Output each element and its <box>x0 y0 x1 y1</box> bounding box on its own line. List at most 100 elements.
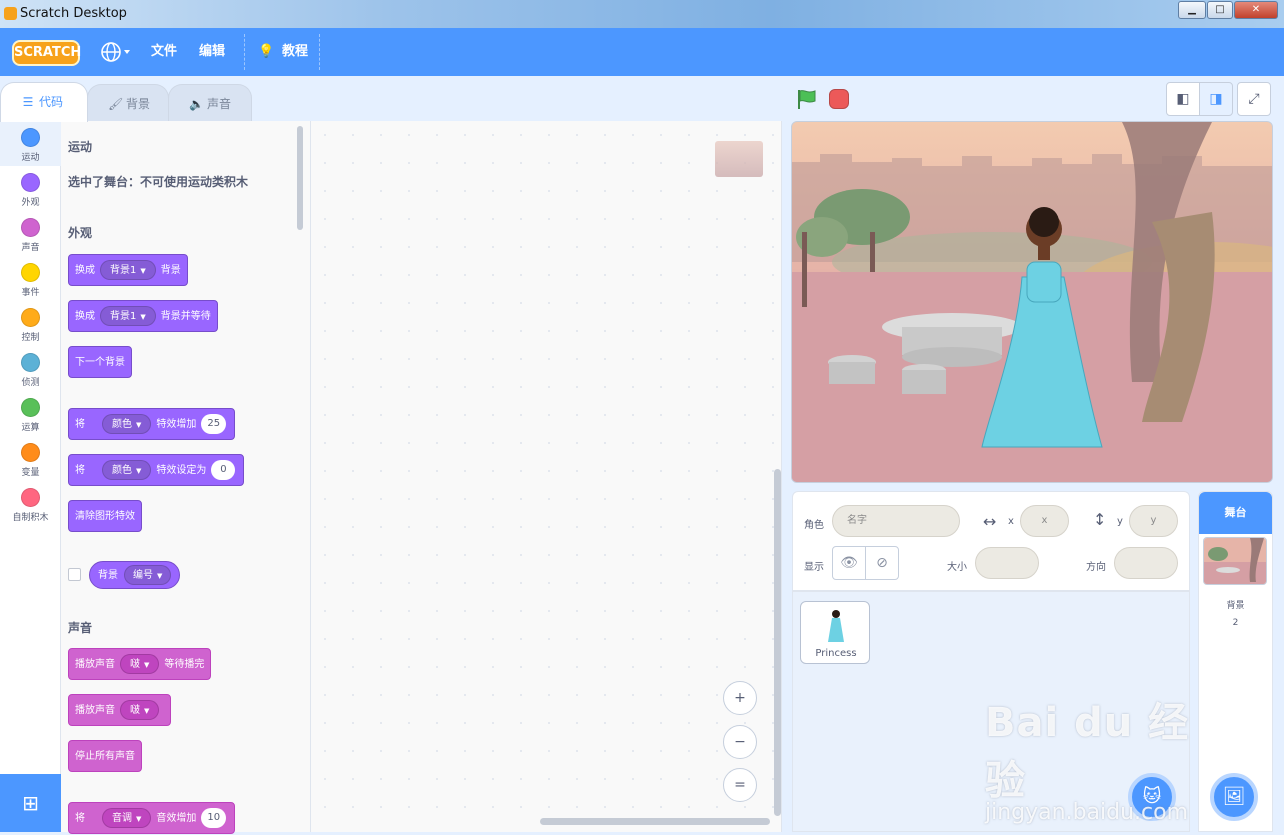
block-change-pitch[interactable]: 将 音调 ▼ 音效增加 10 <box>68 802 236 834</box>
globe-icon <box>101 42 130 62</box>
eye-icon: 👁 <box>840 555 858 571</box>
caret-down-icon: ▼ <box>136 467 142 475</box>
script-area-horizontal-scrollbar[interactable] <box>540 818 770 825</box>
backdrop-dropdown[interactable]: 背景1 ▼ <box>100 260 156 280</box>
reporter-backdrop-number[interactable]: 背景 编号 ▼ <box>89 561 181 589</box>
block-change-effect[interactable]: 将 颜色 ▼ 特效增加 25 <box>68 408 236 440</box>
close-button[interactable]: ✕ <box>1234 1 1278 19</box>
category-events[interactable]: 事件 <box>0 256 61 301</box>
add-extension-button[interactable]: ⊞ <box>0 774 61 832</box>
sound-dropdown[interactable]: 啵 ▼ <box>120 654 160 674</box>
block-text: 播放声音 <box>75 705 115 716</box>
block-stop-all-sounds[interactable]: 停止所有声音 <box>68 740 142 772</box>
maximize-button[interactable]: □ <box>1207 1 1233 19</box>
current-target-thumbnail <box>715 141 763 177</box>
block-switch-backdrop[interactable]: 换成 背景1 ▼ 背景 <box>68 254 188 286</box>
block-text: 等待播完 <box>164 659 205 670</box>
large-stage-button[interactable]: ◨ <box>1199 82 1233 116</box>
category-operators[interactable]: 运算 <box>0 391 61 436</box>
show-sprite-button[interactable]: 👁 <box>832 546 866 580</box>
sprite-name-field[interactable]: 名字 <box>832 505 960 537</box>
dropdown-value: 颜色 <box>112 465 132 476</box>
image-icon: 🖼 <box>1222 786 1246 807</box>
backdrops-count: 2 <box>1232 618 1239 628</box>
category-my-blocks[interactable]: 自制积木 <box>0 481 61 526</box>
effect-amount-input[interactable]: 25 <box>201 414 227 434</box>
pitch-amount-input[interactable]: 10 <box>201 808 227 828</box>
block-clear-effects[interactable]: 清除图形特效 <box>68 500 142 532</box>
block-text: 将 <box>75 813 85 824</box>
scratch-logo[interactable]: SCRATCH <box>12 40 81 66</box>
choose-backdrop-button[interactable]: 🖼 <box>1210 773 1258 821</box>
script-area[interactable] <box>311 121 782 832</box>
menu-tutorials[interactable]: 💡 教程 <box>258 28 308 76</box>
palette-section-motion: 运动 <box>68 140 93 154</box>
effect-dropdown[interactable]: 颜色 ▼ <box>102 414 152 434</box>
backdrop-property-dropdown[interactable]: 编号 ▼ <box>124 565 172 585</box>
sprite-card[interactable]: Princess <box>800 601 870 664</box>
code-icon: ☰ <box>22 95 34 109</box>
hide-sprite-button[interactable]: ⊘ <box>865 546 899 580</box>
block-switch-backdrop-and-wait[interactable]: 换成 背景1 ▼ 背景并等待 <box>68 300 218 332</box>
category-label: 变量 <box>21 468 40 478</box>
stage[interactable] <box>791 121 1273 483</box>
tab-sounds[interactable]: 🔈 声音 <box>168 84 252 122</box>
eye-off-icon: ⊘ <box>876 555 888 571</box>
fullscreen-icon: ⤢ <box>1248 91 1260 107</box>
tab-sounds-label: 声音 <box>207 97 232 111</box>
category-looks[interactable]: 外观 <box>0 166 61 211</box>
caret-down-icon: ▼ <box>136 815 142 823</box>
x-field[interactable]: x <box>1020 505 1069 537</box>
size-field[interactable] <box>975 547 1039 579</box>
sprite-thumbnail <box>828 610 844 642</box>
y-label: y <box>1117 516 1123 527</box>
category-label: 声音 <box>21 243 40 253</box>
category-label: 运动 <box>21 153 40 163</box>
backdrop-dropdown[interactable]: 背景1 ▼ <box>100 306 156 326</box>
category-menu: 运动 外观 声音 事件 控制 侦测 运算 变量 自制积木 <box>0 121 61 774</box>
language-menu[interactable] <box>100 28 134 76</box>
stage-thumbnail <box>1203 537 1267 585</box>
effect-dropdown[interactable]: 颜色 ▼ <box>102 460 152 480</box>
fullscreen-button[interactable]: ⤢ <box>1237 82 1271 116</box>
category-motion[interactable]: 运动 <box>0 121 61 166</box>
block-play-sound-until-done[interactable]: 播放声音啵 ▼ 等待播完 <box>68 648 212 680</box>
category-dot <box>21 128 40 147</box>
effect-value-input[interactable]: 0 <box>211 460 236 480</box>
direction-field[interactable] <box>1114 547 1178 579</box>
speaker-icon: 🔈 <box>189 97 204 111</box>
script-area-vertical-scrollbar[interactable] <box>774 469 781 816</box>
block-text: 停止所有声音 <box>75 751 135 762</box>
menu-file[interactable]: 文件 <box>151 28 177 76</box>
caret-down-icon: ▼ <box>144 707 150 715</box>
menu-edit[interactable]: 编辑 <box>199 28 225 76</box>
category-variables[interactable]: 变量 <box>0 436 61 481</box>
category-label: 自制积木 <box>12 513 49 523</box>
block-start-sound[interactable]: 播放声音啵 ▼ <box>68 694 172 726</box>
choose-sprite-button[interactable]: 🐱 <box>1128 773 1176 821</box>
category-label: 侦测 <box>21 378 40 388</box>
zoom-reset-button[interactable]: = <box>723 768 757 802</box>
reporter-checkbox[interactable] <box>68 568 81 581</box>
category-sound[interactable]: 声音 <box>0 211 61 256</box>
category-sensing[interactable]: 侦测 <box>0 346 61 391</box>
green-flag-icon[interactable] <box>795 88 819 110</box>
tab-code[interactable]: ☰ 代码 <box>0 82 88 122</box>
dropdown-value: 背景1 <box>110 265 137 276</box>
block-next-backdrop[interactable]: 下一个背景 <box>68 346 132 378</box>
stop-icon[interactable] <box>829 89 849 109</box>
sound-dropdown[interactable]: 啵 ▼ <box>120 700 160 720</box>
small-stage-button[interactable]: ◧ <box>1166 82 1200 116</box>
block-set-effect[interactable]: 将 颜色 ▼ 特效设定为 0 <box>68 454 245 486</box>
tab-backdrops[interactable]: 🖌 背景 <box>87 84 169 122</box>
zoom-in-icon: + <box>734 690 746 706</box>
category-label: 事件 <box>21 288 40 298</box>
zoom-out-button[interactable]: − <box>723 725 757 759</box>
minimize-button[interactable]: ▁ <box>1178 1 1206 19</box>
block-text: 清除图形特效 <box>75 511 135 522</box>
zoom-in-button[interactable]: + <box>723 681 757 715</box>
sound-effect-dropdown[interactable]: 音调 ▼ <box>102 808 152 828</box>
category-control[interactable]: 控制 <box>0 301 61 346</box>
palette-scrollbar[interactable] <box>297 126 303 230</box>
y-field[interactable]: y <box>1129 505 1178 537</box>
